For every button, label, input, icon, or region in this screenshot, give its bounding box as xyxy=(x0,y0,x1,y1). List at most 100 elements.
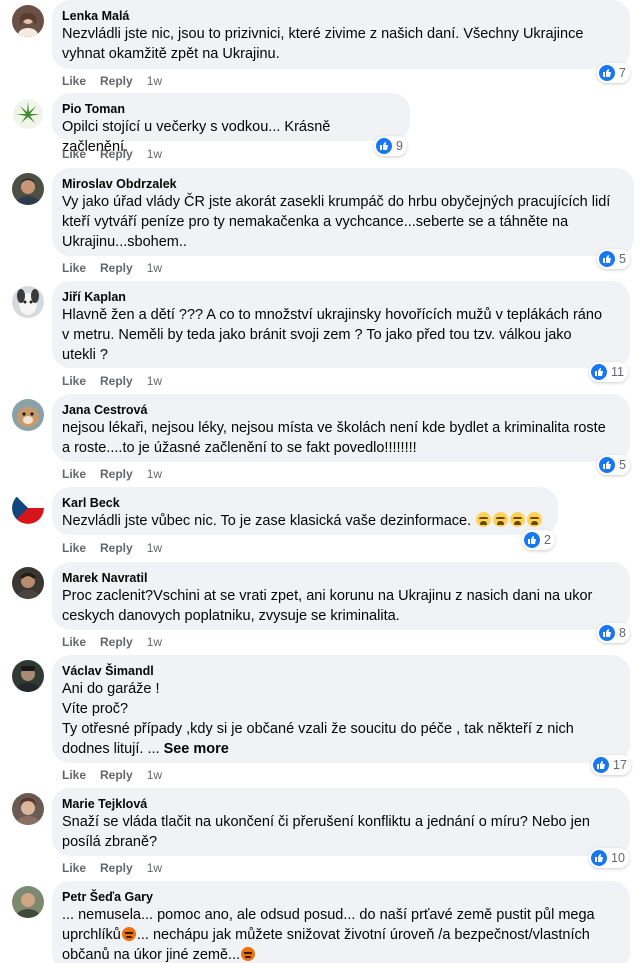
comment-text: Snaží se vláda tlačit na ukončení či pře… xyxy=(62,814,590,850)
comment-actions: Like Reply 1w xyxy=(62,374,162,388)
like-button[interactable]: Like xyxy=(62,74,86,88)
angry-emoji-icon xyxy=(241,947,256,961)
like-reaction-icon xyxy=(599,625,615,641)
comment-time[interactable]: 1w xyxy=(147,74,162,88)
reply-button[interactable]: Reply xyxy=(100,147,133,161)
comment-bubble: Marie Tejklová Snaží se vláda tlačit na … xyxy=(52,788,630,856)
comment-author[interactable]: Václav Šimandl xyxy=(62,663,618,679)
comment-time[interactable]: 1w xyxy=(147,467,162,481)
reaction-number: 5 xyxy=(619,252,626,266)
avatar[interactable] xyxy=(12,5,44,37)
reply-button[interactable]: Reply xyxy=(100,768,133,782)
comment-time[interactable]: 1w xyxy=(147,635,162,649)
comment-actions: Like Reply 1w xyxy=(62,541,162,555)
reaction-number: 5 xyxy=(619,458,626,472)
reaction-count[interactable]: 10 xyxy=(589,848,629,868)
comment-author[interactable]: Marie Tejklová xyxy=(62,796,618,812)
comment-actions: Like Reply 1w xyxy=(62,861,162,875)
comment-time[interactable]: 1w xyxy=(147,261,162,275)
comment-time[interactable]: 1w xyxy=(147,861,162,875)
like-button[interactable]: Like xyxy=(62,861,86,875)
comment-actions: Like Reply 1w xyxy=(62,74,162,88)
reaction-number: 17 xyxy=(613,758,627,772)
comment-text: nejsou lékaři, nejsou léky, nejsou místa… xyxy=(62,420,606,456)
comment-author[interactable]: Miroslav Obdrzalek xyxy=(62,176,622,192)
comment-actions: Like Reply 1w xyxy=(62,147,162,161)
reaction-count[interactable]: 9 xyxy=(374,136,407,156)
comment-actions: Like Reply 1w xyxy=(62,635,162,649)
like-reaction-icon xyxy=(599,65,615,81)
comment-author[interactable]: Karl Beck xyxy=(62,495,546,511)
angry-emoji-icon xyxy=(121,927,136,941)
reply-button[interactable]: Reply xyxy=(100,861,133,875)
crying-emoji-icon xyxy=(493,512,509,527)
avatar[interactable] xyxy=(12,98,44,130)
reply-button[interactable]: Reply xyxy=(100,374,133,388)
reaction-count[interactable]: 7 xyxy=(597,63,630,83)
like-reaction-icon xyxy=(599,457,615,473)
like-button[interactable]: Like xyxy=(62,635,86,649)
reaction-count[interactable]: 5 xyxy=(597,455,630,475)
comment-author[interactable]: Jiří Kaplan xyxy=(62,289,618,305)
comment-author[interactable]: Jana Cestrová xyxy=(62,402,618,418)
comment-bubble: Miroslav Obdrzalek Vy jako úřad vlády ČR… xyxy=(52,168,634,256)
comment-author[interactable]: Marek Navratil xyxy=(62,570,618,586)
comment-actions: Like Reply 1w xyxy=(62,467,162,481)
reaction-count[interactable]: 11 xyxy=(589,362,628,382)
comment-text: Hlavně žen a dětí ??? A co to množství u… xyxy=(62,307,603,363)
reply-button[interactable]: Reply xyxy=(100,261,133,275)
like-reaction-icon xyxy=(591,364,607,380)
reaction-count[interactable]: 5 xyxy=(597,249,630,269)
avatar[interactable] xyxy=(12,567,44,599)
comment-bubble: Petr Šeďa Gary ... nemusela... pomoc ano… xyxy=(52,881,630,963)
reaction-count[interactable]: 17 xyxy=(591,755,631,775)
avatar[interactable] xyxy=(12,286,44,318)
reaction-count[interactable]: 8 xyxy=(597,623,630,643)
crying-emoji-icon xyxy=(510,512,526,527)
avatar[interactable] xyxy=(12,660,44,692)
like-reaction-icon xyxy=(599,251,615,267)
comment-text: ... nemusela... pomoc ano, ale odsud pos… xyxy=(62,907,595,963)
avatar[interactable] xyxy=(12,492,44,524)
like-button[interactable]: Like xyxy=(62,261,86,275)
comment-bubble: Pio Toman Opilci stojící u večerky s vod… xyxy=(52,93,410,155)
comment-time[interactable]: 1w xyxy=(147,147,162,161)
comment-bubble: Lenka Malá Nezvládli jste nic, jsou to p… xyxy=(52,0,630,69)
avatar[interactable] xyxy=(12,886,44,918)
reaction-count[interactable]: 2 xyxy=(522,530,555,550)
like-button[interactable]: Like xyxy=(62,374,86,388)
comment-author[interactable]: Petr Šeďa Gary xyxy=(62,889,618,905)
see-more-link[interactable]: See more xyxy=(164,741,229,757)
reaction-number: 9 xyxy=(396,139,403,153)
comment-time[interactable]: 1w xyxy=(147,374,162,388)
comment-author[interactable]: Pio Toman xyxy=(62,101,398,117)
reply-button[interactable]: Reply xyxy=(100,467,133,481)
crying-emoji-icon xyxy=(527,512,543,527)
like-reaction-icon xyxy=(524,532,540,548)
reaction-number: 10 xyxy=(611,851,625,865)
reply-button[interactable]: Reply xyxy=(100,74,133,88)
comment-bubble: Karl Beck Nezvládli jste vůbec nic. To j… xyxy=(52,487,558,535)
reply-button[interactable]: Reply xyxy=(100,541,133,555)
comment-time[interactable]: 1w xyxy=(147,768,162,782)
like-reaction-icon xyxy=(376,138,392,154)
comment-text: Vy jako úřad vlády ČR jste akorát zasekl… xyxy=(62,194,611,250)
comment-author[interactable]: Lenka Malá xyxy=(62,8,618,24)
comment-actions: Like Reply 1w xyxy=(62,768,162,782)
comment-actions: Like Reply 1w xyxy=(62,261,162,275)
like-button[interactable]: Like xyxy=(62,467,86,481)
comment-text: Nezvládli jste nic, jsou to prizivnici, … xyxy=(62,26,584,62)
like-button[interactable]: Like xyxy=(62,768,86,782)
comment-bubble: Jiří Kaplan Hlavně žen a dětí ??? A co t… xyxy=(52,281,630,368)
reaction-number: 8 xyxy=(619,626,626,640)
reaction-number: 11 xyxy=(611,365,624,379)
reply-button[interactable]: Reply xyxy=(100,635,133,649)
like-button[interactable]: Like xyxy=(62,147,86,161)
avatar[interactable] xyxy=(12,793,44,825)
avatar[interactable] xyxy=(12,173,44,205)
like-reaction-icon xyxy=(591,850,607,866)
like-button[interactable]: Like xyxy=(62,541,86,555)
comment-time[interactable]: 1w xyxy=(147,541,162,555)
avatar[interactable] xyxy=(12,399,44,431)
comment-text: Ani do garáže ! Víte proč? Ty otřesné př… xyxy=(62,681,574,757)
